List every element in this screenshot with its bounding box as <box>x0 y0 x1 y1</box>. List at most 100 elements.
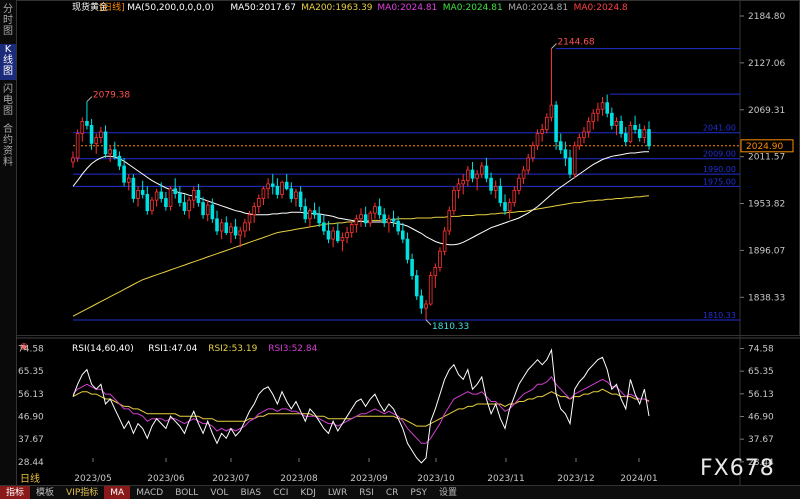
toolbar-tab-psy[interactable]: PSY <box>404 486 433 499</box>
main-legend-item: MA50:2017.67 <box>230 3 296 13</box>
sidebar-tab-3[interactable]: 合约资料 <box>0 124 16 172</box>
candle-body <box>554 104 558 143</box>
hline-label: 1990.00 <box>703 165 736 174</box>
candle-body <box>387 218 391 224</box>
candle-body <box>605 102 609 114</box>
candle-body <box>261 188 266 199</box>
candle-body <box>558 141 563 151</box>
y-tick-label: 2069.31 <box>748 106 785 116</box>
candle-body <box>456 183 461 191</box>
toolbar-tab-vol[interactable]: VOL <box>204 486 234 499</box>
candle-body <box>591 112 596 122</box>
toolbar-tab-cci[interactable]: CCI <box>267 486 294 499</box>
toolbar-tab-lwr[interactable]: LWR <box>322 486 353 499</box>
x-tick-label: 2023/11 <box>487 474 524 484</box>
candle-body <box>600 102 605 110</box>
candle-body <box>103 131 108 155</box>
candle-body <box>210 204 215 220</box>
y-tick-label: 1953.82 <box>748 200 785 210</box>
x-tick-label: 2024/01 <box>620 474 657 484</box>
annotation-pointer <box>86 96 93 102</box>
candle-body <box>586 120 591 133</box>
candlestick-chart[interactable]: 2184.80 2127.06 2069.31 2011.57 1953.82 1896.… <box>16 0 800 485</box>
sidebar-tab-2[interactable]: 闪电图 <box>0 84 16 120</box>
rsi-y-tick-label: 74.58 <box>748 344 774 354</box>
candle-body <box>219 222 224 232</box>
rsi-legend-item: RSI1:47.04 <box>148 344 197 354</box>
candle-body <box>275 185 280 195</box>
candle-body <box>410 258 414 277</box>
toolbar-tab-vip指标[interactable]: VIP指标 <box>60 486 104 499</box>
candle-body <box>224 222 229 233</box>
rsi1-line <box>72 348 650 464</box>
sidebar-tab-1[interactable]: K线图 <box>0 44 16 80</box>
candle-body <box>610 112 614 126</box>
rsi-left-tick-label: 65.35 <box>18 367 44 377</box>
candle-body <box>178 193 182 203</box>
candle-body <box>182 202 187 212</box>
candle-body <box>419 295 424 309</box>
toolbar-tab-模板[interactable]: 模板 <box>30 486 60 499</box>
candle-body <box>99 131 103 139</box>
candle-body <box>493 185 498 191</box>
toolbar-tab-kdj[interactable]: KDJ <box>294 486 322 499</box>
rsi2-line <box>72 388 650 427</box>
candle-body <box>535 133 540 147</box>
candle-body <box>187 199 191 212</box>
candle-body <box>136 189 140 199</box>
toolbar-tab-设置[interactable]: 设置 <box>433 486 463 499</box>
annotation-pointer <box>425 319 432 326</box>
candle-body <box>117 155 122 167</box>
x-tick-label: 2023/08 <box>280 474 318 484</box>
candle-body <box>196 189 201 203</box>
hline-label: 1975.00 <box>703 177 736 186</box>
candle-body <box>233 226 238 236</box>
candle-body <box>349 224 354 233</box>
toolbar-tab-cr[interactable]: CR <box>380 486 405 499</box>
toolbar-tab-macd[interactable]: MACD <box>130 486 169 499</box>
candle-body <box>289 188 294 199</box>
candle-body <box>401 230 405 240</box>
current-price-label: 2024.90 <box>746 142 783 152</box>
candle-body <box>531 145 535 159</box>
candle-body <box>298 191 303 208</box>
candle-body <box>108 149 112 155</box>
candle-body <box>150 199 154 212</box>
candle-body <box>414 275 419 297</box>
toolbar-tab-rsi[interactable]: RSI <box>353 486 380 499</box>
annotation-label: 2144.68 <box>557 38 594 48</box>
candle-body <box>173 188 177 195</box>
toolbar-tab-boll[interactable]: BOLL <box>169 486 204 499</box>
annotation-pointer <box>551 43 557 49</box>
candle-body <box>201 202 205 216</box>
rsi-legend-item: RSI3:52.84 <box>268 344 317 354</box>
candle-body <box>159 191 164 199</box>
left-sidebar: 分时图 K线图闪电图合约资料 <box>0 0 17 485</box>
candle-body <box>526 157 531 171</box>
rsi-left-tick-label: 74.58 <box>18 344 44 354</box>
candle-body <box>326 230 331 240</box>
candle-body <box>354 218 359 225</box>
main-legend-item: MA0:2024.81 <box>508 3 568 13</box>
candle-body <box>382 214 387 224</box>
candle-body <box>145 194 150 212</box>
candle-body <box>266 183 270 190</box>
sidebar-tab-0[interactable]: 分时图 <box>0 4 16 40</box>
chart-window: 分时图 K线图闪电图合约资料 2184.80 2127.06 2069.31 2011.… <box>0 0 800 499</box>
toolbar-tab-ma[interactable]: MA <box>104 486 131 499</box>
candle-body <box>122 165 126 183</box>
candle-body <box>442 230 447 252</box>
toolbar-tab-bias[interactable]: BIAS <box>234 486 267 499</box>
candle-body <box>396 220 400 232</box>
candle-body <box>424 303 428 309</box>
candle-body <box>126 177 131 183</box>
rsi-y-tick-label: 46.90 <box>748 412 774 422</box>
toolbar-tab-指标[interactable]: 指标 <box>0 486 31 499</box>
candle-body <box>168 188 173 208</box>
x-tick-label: 2023/05 <box>74 474 111 484</box>
candle-body <box>191 189 196 201</box>
indicator-toolbar: 指标 模板 VIP指标 MA MACD BOLL VOL BIAS CCI KDJ LWR RSI CR… <box>0 485 800 499</box>
candle-body <box>475 173 479 179</box>
y-tick-label: 1838.33 <box>748 293 785 303</box>
y-tick-label: 2011.57 <box>748 153 785 163</box>
